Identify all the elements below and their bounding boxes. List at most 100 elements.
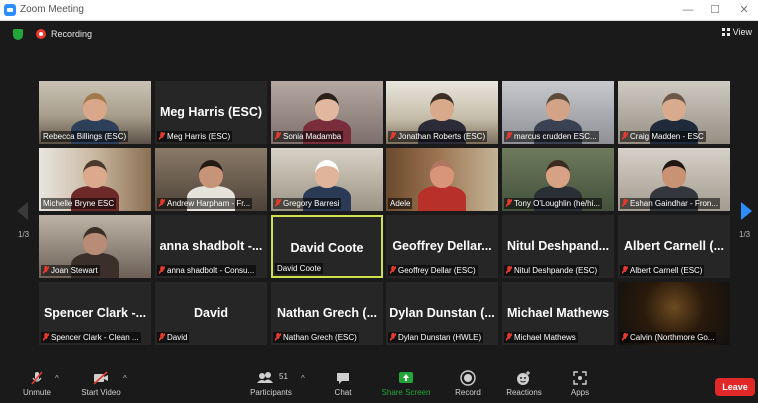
apps-icon bbox=[566, 370, 594, 386]
participant-display-name: Geoffrey Dellar... bbox=[392, 239, 492, 253]
view-label: View bbox=[732, 27, 752, 37]
participant-name: Geoffrey Dellar (ESC) bbox=[398, 266, 476, 275]
participants-options-chevron-icon[interactable]: ^ bbox=[301, 374, 305, 383]
participants-count: 51 bbox=[279, 372, 288, 381]
participant-tile[interactable]: marcus crudden ESC... bbox=[502, 81, 614, 144]
window-titlebar: Zoom Meeting — ☐ ✕ bbox=[0, 0, 758, 21]
muted-mic-icon bbox=[159, 266, 165, 274]
participant-name-label: anna shadbolt - Consu... bbox=[157, 265, 257, 276]
participant-video-head bbox=[199, 160, 223, 188]
video-options-chevron-icon[interactable]: ^ bbox=[123, 374, 127, 383]
encryption-shield-icon[interactable] bbox=[13, 29, 23, 40]
participant-display-name: Nathan Grech (... bbox=[276, 306, 378, 320]
apps-button[interactable]: Apps bbox=[566, 370, 594, 397]
leave-button[interactable]: Leave bbox=[715, 378, 755, 396]
participant-tile[interactable]: Joan Stewart bbox=[39, 215, 151, 278]
participant-tile[interactable]: Eshan Gaindhar - Fron... bbox=[618, 148, 730, 211]
participant-name: Michelle Bryne ESC bbox=[43, 199, 115, 208]
maximize-button[interactable]: ☐ bbox=[703, 2, 727, 18]
next-page-arrow-icon[interactable] bbox=[741, 202, 752, 220]
participant-tile[interactable]: Nathan Grech (... Nathan Grech (ESC) bbox=[271, 282, 383, 345]
start-video-label: Start Video bbox=[81, 388, 121, 397]
record-label: Record bbox=[455, 388, 481, 397]
participant-name-label: Albert Carnell (ESC) bbox=[620, 265, 705, 276]
participant-name: Michael Mathews bbox=[514, 333, 576, 342]
participant-tile[interactable]: David Coote David Coote bbox=[271, 215, 383, 278]
window-title: Zoom Meeting bbox=[20, 4, 84, 15]
participant-name-label: Craig Madden - ESC bbox=[620, 131, 706, 142]
participant-tile[interactable]: Craig Madden - ESC bbox=[618, 81, 730, 144]
zoom-app-icon bbox=[4, 4, 16, 16]
participant-display-name: David bbox=[193, 306, 229, 320]
participant-display-name: Nitul Deshpand... bbox=[506, 239, 610, 253]
participant-video-head bbox=[83, 93, 107, 121]
participant-tile[interactable]: Rebecca Billings (ESC) bbox=[39, 81, 151, 144]
muted-mic-icon bbox=[159, 132, 165, 140]
participant-name-label: Andrew Harpham - Fr... bbox=[157, 198, 253, 209]
recording-icon[interactable] bbox=[36, 29, 46, 39]
reactions-button[interactable]: Reactions bbox=[503, 370, 545, 397]
participant-tile[interactable]: Sonia Madamba bbox=[271, 81, 383, 144]
participant-name: Tony O'Loughlin (he/hi... bbox=[514, 199, 601, 208]
participant-tile[interactable]: Dylan Dunstan (... Dylan Dunstan (HWLE) bbox=[386, 282, 498, 345]
participant-tile[interactable]: Tony O'Loughlin (he/hi... bbox=[502, 148, 614, 211]
previous-page-arrow-icon[interactable] bbox=[17, 202, 28, 220]
participant-video-head bbox=[430, 160, 454, 188]
close-button[interactable]: ✕ bbox=[732, 2, 756, 18]
participant-name-label: David bbox=[157, 332, 190, 343]
chat-button[interactable]: Chat bbox=[328, 370, 358, 397]
participant-video-head bbox=[83, 160, 107, 188]
participant-tile[interactable]: Michelle Bryne ESC bbox=[39, 148, 151, 211]
participant-name: Dylan Dunstan (HWLE) bbox=[398, 333, 482, 342]
participant-name-label: Sonia Madamba bbox=[273, 131, 344, 142]
participant-name: Gregory Barresi bbox=[283, 199, 340, 208]
participant-display-name: David Coote bbox=[290, 241, 364, 255]
participant-tile[interactable]: Meg Harris (ESC) Meg Harris (ESC) bbox=[155, 81, 267, 144]
participant-name: Sonia Madamba bbox=[283, 132, 342, 141]
participant-tile[interactable]: Jonathan Roberts (ESC) bbox=[386, 81, 498, 144]
participant-tile[interactable]: Calvin (Northmore Go... bbox=[618, 282, 730, 345]
participant-name: David Coote bbox=[277, 264, 322, 273]
muted-mic-icon bbox=[275, 199, 281, 207]
participant-tile[interactable]: anna shadbolt -... anna shadbolt - Consu.… bbox=[155, 215, 267, 278]
participant-tile[interactable]: Nitul Deshpand... Nitul Deshpande (ESC) bbox=[502, 215, 614, 278]
share-screen-button[interactable]: Share Screen bbox=[378, 370, 434, 397]
participant-video-head bbox=[83, 227, 107, 255]
participant-name-label: Michael Mathews bbox=[504, 332, 578, 343]
audio-options-chevron-icon[interactable]: ^ bbox=[55, 374, 59, 383]
participant-video-head bbox=[546, 160, 570, 188]
participant-video-head bbox=[315, 93, 339, 121]
participant-tile[interactable]: Adele bbox=[386, 148, 498, 211]
participant-video-head bbox=[662, 93, 686, 121]
unmute-button[interactable]: Unmute bbox=[18, 370, 56, 397]
muted-mic-icon bbox=[506, 266, 512, 274]
minimize-button[interactable]: — bbox=[676, 2, 700, 18]
participant-tile[interactable]: Albert Carnell (... Albert Carnell (ESC) bbox=[618, 215, 730, 278]
participant-tile[interactable]: Spencer Clark -... Spencer Clark - Clean … bbox=[39, 282, 151, 345]
muted-mic-icon bbox=[275, 333, 281, 341]
participant-video-body bbox=[418, 186, 466, 211]
participants-button[interactable]: 51 Participants bbox=[244, 370, 298, 397]
participant-name: Joan Stewart bbox=[51, 266, 98, 275]
muted-mic-icon bbox=[390, 132, 396, 140]
participant-name-label: Meg Harris (ESC) bbox=[157, 131, 233, 142]
participant-name: Eshan Gaindhar - Fron... bbox=[630, 199, 719, 208]
participant-name-label: Geoffrey Dellar (ESC) bbox=[388, 265, 478, 276]
participant-name: marcus crudden ESC... bbox=[514, 132, 597, 141]
participant-tile[interactable]: Andrew Harpham - Fr... bbox=[155, 148, 267, 211]
participant-display-name: Dylan Dunstan (... bbox=[389, 306, 495, 320]
participant-name-label: Spencer Clark - Clean ... bbox=[41, 332, 141, 343]
muted-mic-icon bbox=[18, 370, 56, 386]
record-button[interactable]: Record bbox=[452, 370, 484, 397]
participant-name: David bbox=[167, 333, 188, 342]
chat-label: Chat bbox=[334, 388, 352, 397]
participant-tile[interactable]: Gregory Barresi bbox=[271, 148, 383, 211]
start-video-button[interactable]: Start Video bbox=[78, 370, 124, 397]
participant-name: Nathan Grech (ESC) bbox=[283, 333, 357, 342]
reactions-smiley-icon bbox=[503, 370, 545, 386]
participant-tile[interactable]: Michael Mathews Michael Mathews bbox=[502, 282, 614, 345]
participant-tile[interactable]: David David bbox=[155, 282, 267, 345]
view-button[interactable]: View bbox=[721, 27, 752, 37]
participant-tile[interactable]: Geoffrey Dellar... Geoffrey Dellar (ESC) bbox=[386, 215, 498, 278]
participant-video-head bbox=[546, 93, 570, 121]
